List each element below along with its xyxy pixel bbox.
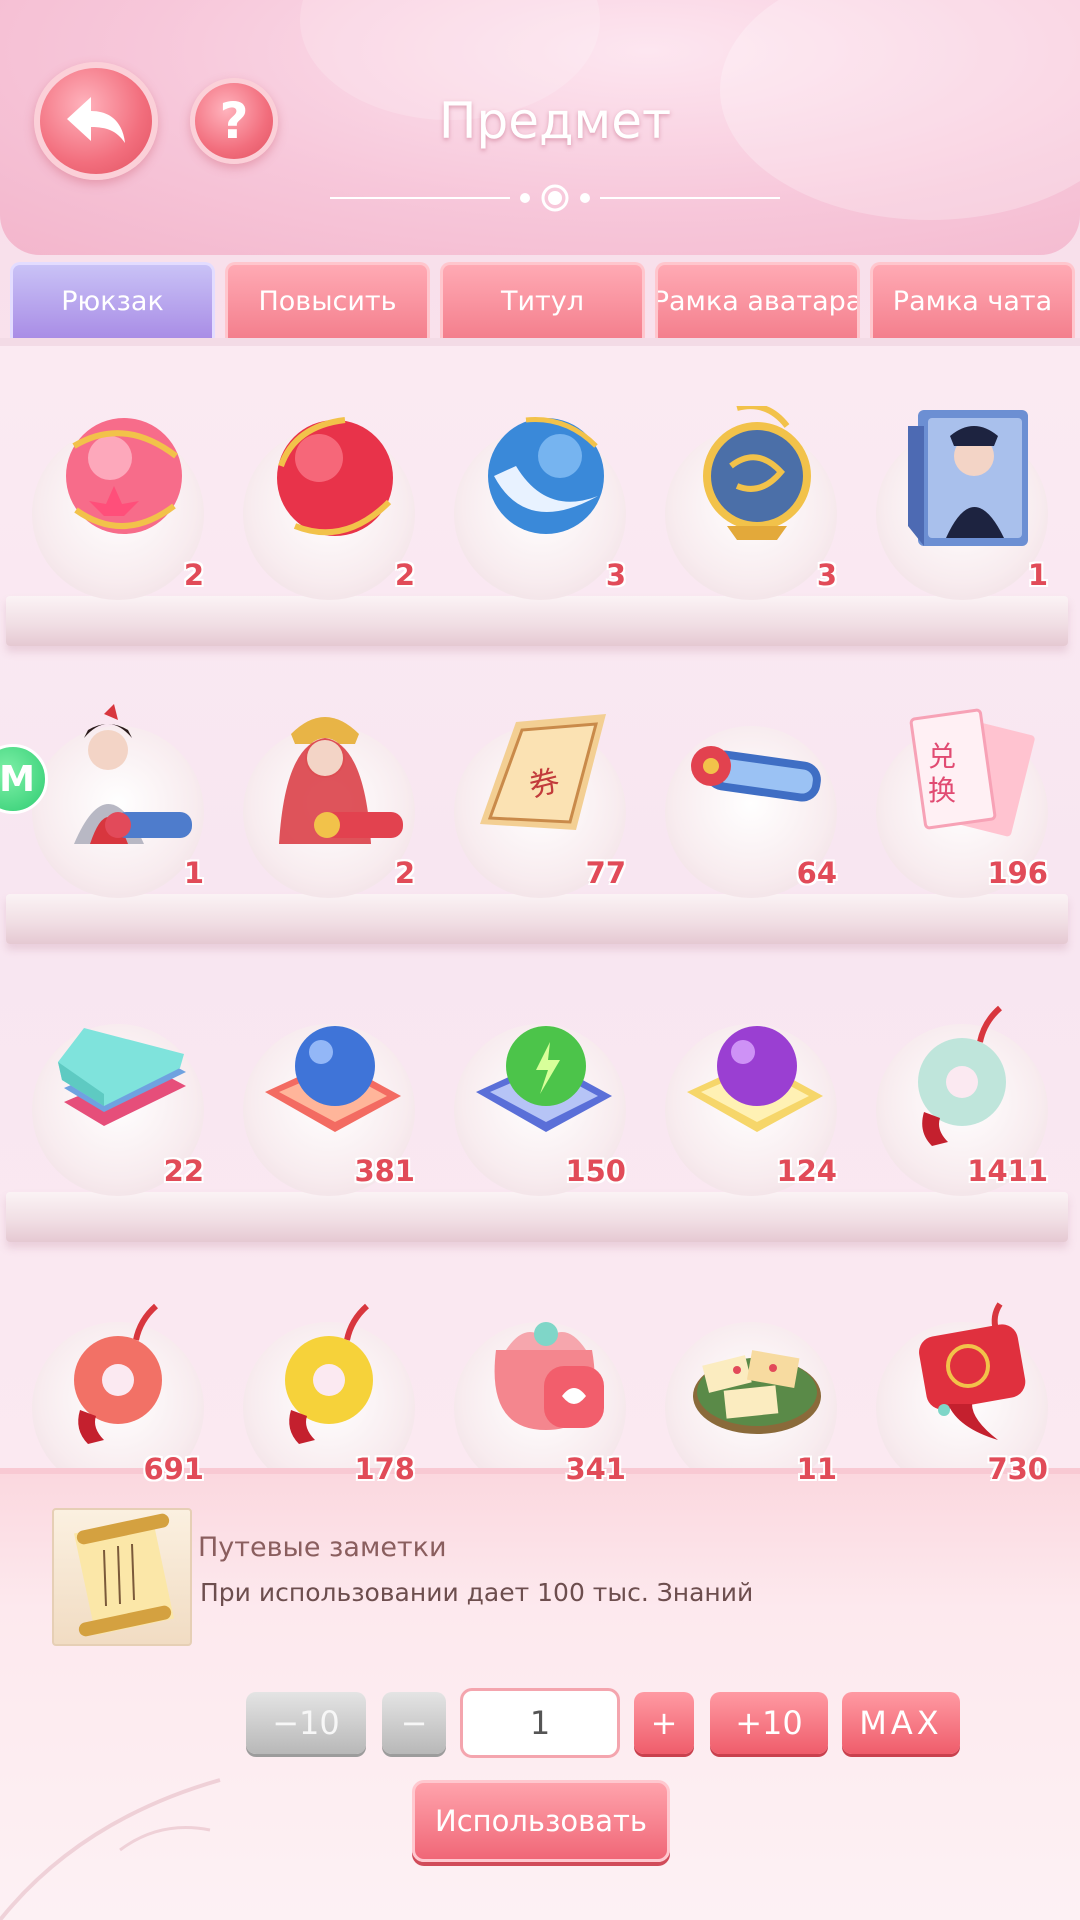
red-lantern-charm-icon: [919, 1302, 1026, 1440]
inventory-slot[interactable]: 3: [647, 398, 837, 600]
inventory-slot[interactable]: 124: [647, 994, 837, 1196]
inventory-shelves: 2 2 3 3 1 1 2 券 77 64 兑 换 196 22 381 150…: [0, 338, 1080, 1540]
item-count: 2: [394, 558, 415, 592]
item-count: 341: [565, 1452, 626, 1486]
shelf-plank: [6, 596, 1068, 646]
inventory-slot[interactable]: 2: [225, 398, 415, 600]
use-button[interactable]: Использовать: [412, 1780, 670, 1862]
inventory-slot[interactable]: 1: [858, 398, 1048, 600]
back-arrow-icon: [67, 97, 125, 143]
item-count: 77: [585, 856, 626, 890]
page-title: Предмет: [438, 92, 672, 150]
inventory-slot[interactable]: 1411: [858, 994, 1048, 1196]
pink-lotus-orb-icon: [66, 418, 182, 534]
tab-backpack[interactable]: Рюкзак: [10, 262, 215, 338]
inventory-slot[interactable]: 券 77: [436, 696, 626, 898]
item-count: 178: [354, 1452, 415, 1486]
golden-dragon-orb-icon: [703, 406, 811, 540]
plus-10-button[interactable]: +10: [710, 1692, 828, 1754]
quantity-input[interactable]: [460, 1688, 620, 1758]
item-count: 11: [796, 1452, 837, 1486]
tab-title[interactable]: Титул: [440, 262, 645, 338]
item-count: 1411: [967, 1154, 1048, 1188]
item-detail-panel: Путевые заметки При использовании дает 1…: [0, 1468, 1080, 1920]
cloth-stack-icon: [58, 1028, 186, 1126]
item-count: 150: [565, 1154, 626, 1188]
blue-orb-icon: [488, 417, 604, 534]
bride-scroll-icon: [279, 717, 403, 844]
item-count: 196: [987, 856, 1048, 890]
item-count: 1: [183, 856, 204, 890]
item-count: 22: [163, 1154, 204, 1188]
title-divider-ornament: [330, 184, 780, 212]
selected-item-name: Путевые заметки: [198, 1532, 447, 1563]
warrior-lady-scroll-icon: [74, 704, 192, 844]
item-count: 3: [816, 558, 837, 592]
shelf-plank: [6, 1192, 1068, 1242]
plus-button[interactable]: +: [634, 1692, 694, 1754]
paper-ticket-icon: 券: [480, 714, 606, 830]
portrait-book-icon: [908, 410, 1028, 546]
inventory-slot[interactable]: 11: [647, 1292, 837, 1494]
header: ? Предмет: [0, 0, 1080, 255]
item-count: 730: [987, 1452, 1048, 1486]
green-pearl-cushion-icon: [476, 1026, 612, 1132]
travel-notes-scroll-icon: [74, 1513, 174, 1637]
blue-scroll-icon: [691, 746, 821, 802]
gift-pouch-icon: [494, 1322, 604, 1430]
svg-text:兑: 兑: [928, 740, 956, 773]
quantity-controls: −10 − + +10 MAX: [246, 1688, 966, 1758]
minus-button[interactable]: −: [382, 1692, 446, 1754]
purple-pearl-cushion-icon: [687, 1026, 823, 1132]
red-orb-icon: [277, 417, 393, 536]
inventory-slot[interactable]: 178: [225, 1292, 415, 1494]
exchange-tickets-icon: 兑 换: [909, 708, 1035, 837]
inventory-slot[interactable]: 381: [225, 994, 415, 1196]
item-count: 124: [776, 1154, 837, 1188]
inventory-slot[interactable]: 3: [436, 398, 626, 600]
shelf-row-3: 22 381 150 124 1411: [0, 982, 1080, 1242]
inventory-slot[interactable]: 64: [647, 696, 837, 898]
help-button[interactable]: ?: [190, 78, 278, 164]
jade-pendant-icon: [918, 1005, 1006, 1146]
pastry-plate-icon: [693, 1350, 821, 1434]
max-button[interactable]: MAX: [842, 1692, 960, 1754]
minus-10-button[interactable]: −10: [246, 1692, 366, 1754]
shelf-row-1: 2 2 3 3 1: [0, 386, 1080, 646]
item-count: 381: [354, 1154, 415, 1188]
tab-upgrade[interactable]: Повысить: [225, 262, 430, 338]
category-tabs: Рюкзак Повысить Титул Рамка аватара Рамк…: [10, 262, 1080, 338]
item-count: 64: [796, 856, 837, 890]
item-count: 2: [394, 856, 415, 890]
item-count: 3: [605, 558, 626, 592]
inventory-slot[interactable]: 730: [858, 1292, 1048, 1494]
shelf-row-2: 1 2 券 77 64 兑 换 196: [0, 684, 1080, 944]
item-count: 2: [183, 558, 204, 592]
svg-text:换: 换: [928, 774, 956, 807]
back-button[interactable]: [34, 62, 158, 180]
item-count: 1: [1027, 558, 1048, 592]
inventory-slot[interactable]: 22: [14, 994, 204, 1196]
tab-avatar-frame[interactable]: Рамка аватара: [655, 262, 860, 338]
tab-chat-frame[interactable]: Рамка чата: [870, 262, 1075, 338]
blue-pearl-cushion-icon: [265, 1026, 401, 1132]
inventory-slot[interactable]: 兑 换 196: [858, 696, 1048, 898]
inventory-slot[interactable]: 691: [14, 1292, 204, 1494]
inventory-slot[interactable]: 341: [436, 1292, 626, 1494]
inventory-slot[interactable]: 2: [14, 398, 204, 600]
item-count: 691: [143, 1452, 204, 1486]
red-jade-pendant-icon: [74, 1303, 162, 1444]
help-icon: ?: [219, 92, 249, 150]
inventory-slot[interactable]: 2: [225, 696, 415, 898]
bamboo-decoration: [0, 1778, 221, 1920]
yellow-jade-pendant-icon: [285, 1303, 373, 1444]
selected-item-icon-frame: [52, 1508, 192, 1646]
shelf-plank: [6, 894, 1068, 944]
selected-item-description: При использовании дает 100 тыс. Знаний: [200, 1578, 754, 1607]
inventory-slot[interactable]: 150: [436, 994, 626, 1196]
